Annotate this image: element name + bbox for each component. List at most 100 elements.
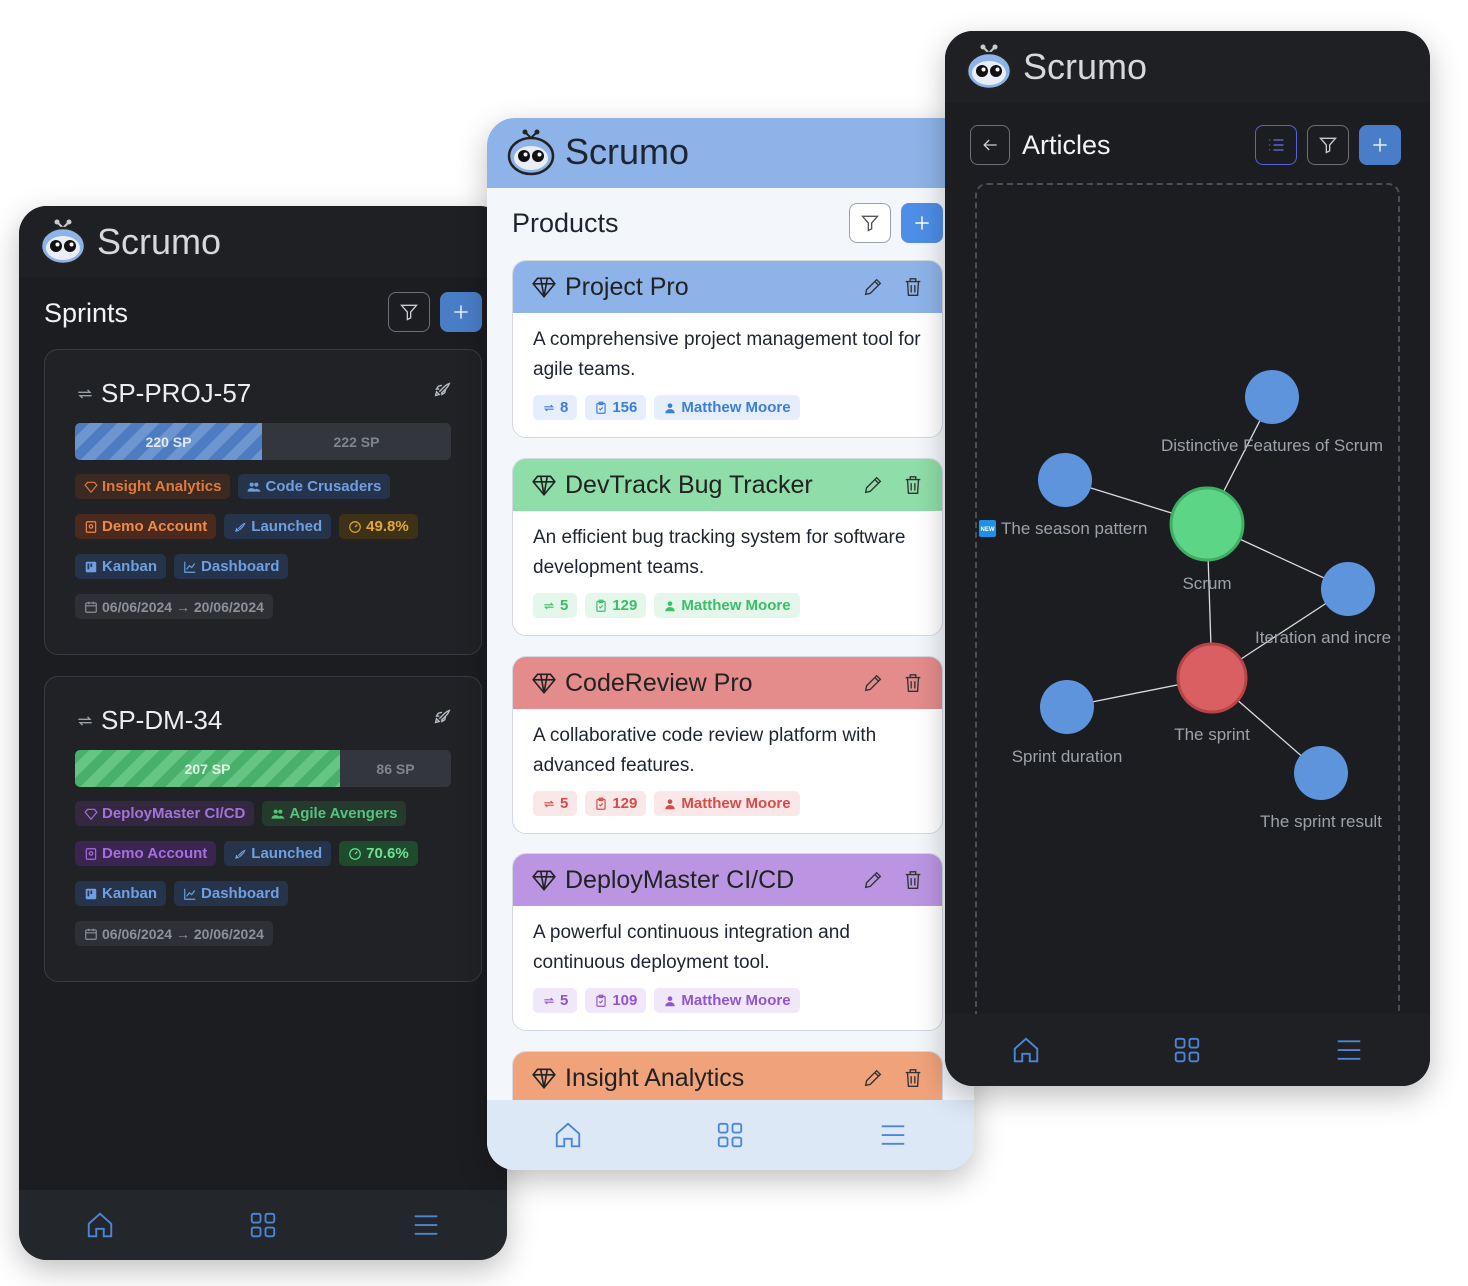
apps-button[interactable]: [243, 1205, 283, 1245]
pencil-icon[interactable]: [862, 672, 884, 694]
items-count-tag[interactable]: 129: [585, 791, 647, 816]
logo[interactable]: Scrumo: [963, 41, 1147, 93]
status-tag[interactable]: Launched: [224, 841, 332, 866]
pencil-icon[interactable]: [862, 474, 884, 496]
items-count-tag[interactable]: 156: [585, 395, 647, 420]
logo[interactable]: Scrumo: [505, 126, 689, 178]
graph-node[interactable]: [1245, 370, 1299, 424]
product-card[interactable]: CodeReview Pro A collaborative code revie…: [512, 656, 943, 834]
menu-icon: [881, 1125, 905, 1145]
sprint-card[interactable]: SP-DM-34 207 SP 86 SP DeployMaster CI/CD…: [44, 676, 482, 982]
graph-canvas[interactable]: Scrum Distinctive Features of Scrum NEW The…: [977, 185, 1400, 1025]
product-tag[interactable]: DeployMaster CI/CD: [75, 801, 255, 826]
launch-button[interactable]: [431, 378, 453, 405]
team-tag[interactable]: Agile Avengers: [262, 801, 407, 826]
filter-icon: [861, 215, 879, 232]
add-sprint-button[interactable]: [440, 292, 482, 332]
account-tag[interactable]: Demo Account: [75, 841, 217, 866]
sprints-count-tag[interactable]: 5: [533, 791, 578, 816]
menu-button[interactable]: [406, 1205, 446, 1245]
apps-button[interactable]: [1167, 1030, 1207, 1070]
product-card[interactable]: Project Pro A comprehensive project manag…: [512, 260, 943, 438]
dashboard-link[interactable]: Dashboard: [174, 554, 289, 579]
kanban-link[interactable]: Kanban: [75, 881, 167, 906]
owner-tag[interactable]: Matthew Moore: [654, 593, 800, 618]
owner-tag[interactable]: Matthew Moore: [654, 791, 800, 816]
trash-icon[interactable]: [902, 672, 924, 694]
product-card-header[interactable]: Project Pro: [513, 261, 942, 313]
diamond-icon: [532, 673, 556, 695]
list-view-button[interactable]: [1255, 125, 1297, 165]
team-tag[interactable]: Code Crusaders: [238, 474, 391, 499]
graph-node-label: Iteration and incre: [1255, 628, 1391, 647]
account-tag[interactable]: Demo Account: [75, 514, 217, 539]
diamond-icon: [532, 475, 556, 497]
items-count-tag[interactable]: 109: [585, 988, 647, 1013]
product-card-header[interactable]: Insight Analytics: [513, 1052, 942, 1104]
filter-button[interactable]: [849, 203, 891, 243]
menu-button[interactable]: [873, 1115, 913, 1155]
product-card[interactable]: DevTrack Bug Tracker An efficient bug tra…: [512, 458, 943, 636]
article-graph[interactable]: Scrum Distinctive Features of Scrum NEW The…: [975, 183, 1400, 1025]
graph-node[interactable]: [1169, 486, 1245, 562]
chart-icon: [184, 561, 196, 573]
products-phone: Scrumo Products Project Pro A comprehensi…: [487, 118, 974, 1170]
clipboard-icon: [596, 797, 607, 810]
trash-icon[interactable]: [902, 276, 924, 298]
graph-node[interactable]: [1040, 680, 1094, 734]
launch-button[interactable]: [431, 705, 453, 732]
pencil-icon[interactable]: [862, 869, 884, 891]
product-card-header[interactable]: CodeReview Pro: [513, 657, 942, 709]
trash-icon[interactable]: [902, 1067, 924, 1089]
owner-tag[interactable]: Matthew Moore: [654, 395, 800, 420]
graph-node[interactable]: [1176, 642, 1248, 714]
add-article-button[interactable]: [1359, 125, 1401, 165]
sprints-phone: Scrumo Sprints SP-PROJ-57 220 SP 222 SP …: [19, 206, 507, 1260]
calendar-icon: [85, 928, 97, 940]
kanban-link[interactable]: Kanban: [75, 554, 167, 579]
graph-node[interactable]: [1321, 562, 1375, 616]
back-button[interactable]: [970, 125, 1010, 165]
status-tag[interactable]: Launched: [224, 514, 332, 539]
sprint-title[interactable]: SP-DM-34: [75, 705, 222, 736]
product-description: A powerful continuous integration and co…: [533, 922, 850, 973]
gauge-icon: [349, 520, 361, 533]
trash-icon[interactable]: [902, 869, 924, 891]
product-description: A collaborative code review platform wit…: [533, 725, 877, 776]
owner-tag[interactable]: Matthew Moore: [654, 988, 800, 1013]
sprints-count-tag[interactable]: 8: [533, 395, 578, 420]
filter-button[interactable]: [388, 292, 430, 332]
graph-node[interactable]: [1294, 746, 1348, 800]
product-name: Project Pro: [565, 272, 689, 301]
product-meta: 5 129 Matthew Moore: [513, 589, 942, 618]
apps-button[interactable]: [710, 1115, 750, 1155]
items-count-tag[interactable]: 129: [585, 593, 647, 618]
sprints-count-tag[interactable]: 5: [533, 593, 578, 618]
graph-node[interactable]: [1038, 453, 1092, 507]
brand-name: Scrumo: [1023, 46, 1148, 87]
product-meta: 8 156 Matthew Moore: [513, 391, 942, 420]
logo[interactable]: Scrumo: [37, 216, 221, 268]
menu-button[interactable]: [1329, 1030, 1369, 1070]
trash-icon[interactable]: [902, 474, 924, 496]
sprint-card[interactable]: SP-PROJ-57 220 SP 222 SP Insight Analyti…: [44, 349, 482, 655]
sprint-title[interactable]: SP-PROJ-57: [75, 378, 251, 409]
sprint-cycle-icon: [544, 602, 554, 609]
date-range-tag: 06/06/2024 → 20/06/2024: [75, 594, 273, 619]
add-product-button[interactable]: [901, 203, 943, 243]
filter-button[interactable]: [1307, 125, 1349, 165]
user-icon: [665, 402, 676, 413]
mascot-icon: [507, 129, 555, 176]
dashboard-link[interactable]: Dashboard: [174, 881, 289, 906]
home-button[interactable]: [548, 1115, 588, 1155]
home-button[interactable]: [1006, 1030, 1046, 1070]
product-tag[interactable]: Insight Analytics: [75, 474, 231, 499]
pencil-icon[interactable]: [862, 276, 884, 298]
pencil-icon[interactable]: [862, 1067, 884, 1089]
product-card[interactable]: DeployMaster CI/CD A powerful continuous …: [512, 853, 943, 1031]
product-card-header[interactable]: DevTrack Bug Tracker: [513, 459, 942, 511]
sprints-count-tag[interactable]: 5: [533, 988, 578, 1013]
product-card-header[interactable]: DeployMaster CI/CD: [513, 854, 942, 906]
home-button[interactable]: [80, 1205, 120, 1245]
sprint-id: SP-DM-34: [101, 705, 223, 735]
